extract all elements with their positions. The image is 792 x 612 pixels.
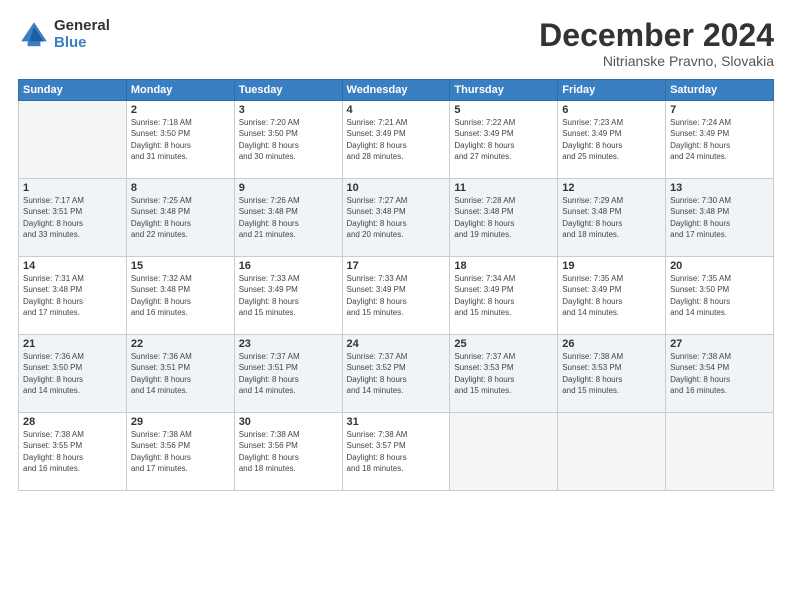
day-cell-3: 3Sunrise: 7:20 AMSunset: 3:50 PMDaylight…	[234, 101, 342, 179]
day-cell-30: 30Sunrise: 7:38 AMSunset: 3:56 PMDayligh…	[234, 413, 342, 491]
day-cell-14: 14Sunrise: 7:31 AMSunset: 3:48 PMDayligh…	[19, 257, 127, 335]
day-cell-26: 26Sunrise: 7:38 AMSunset: 3:53 PMDayligh…	[558, 335, 666, 413]
col-tuesday: Tuesday	[234, 80, 342, 101]
col-friday: Friday	[558, 80, 666, 101]
day-cell-15: 15Sunrise: 7:32 AMSunset: 3:48 PMDayligh…	[126, 257, 234, 335]
logo-general: General	[54, 18, 110, 35]
day-cell-16: 16Sunrise: 7:33 AMSunset: 3:49 PMDayligh…	[234, 257, 342, 335]
day-cell-11: 11Sunrise: 7:28 AMSunset: 3:48 PMDayligh…	[450, 179, 558, 257]
day-cell-10: 10Sunrise: 7:27 AMSunset: 3:48 PMDayligh…	[342, 179, 450, 257]
week-row-2: 1Sunrise: 7:17 AMSunset: 3:51 PMDaylight…	[19, 179, 774, 257]
day-cell-24: 24Sunrise: 7:37 AMSunset: 3:52 PMDayligh…	[342, 335, 450, 413]
day-cell-27: 27Sunrise: 7:38 AMSunset: 3:54 PMDayligh…	[666, 335, 774, 413]
day-cell-2: 2Sunrise: 7:18 AMSunset: 3:50 PMDaylight…	[126, 101, 234, 179]
logo-icon	[18, 19, 50, 51]
logo-text: General Blue	[54, 18, 110, 51]
day-cell-7: 7Sunrise: 7:24 AMSunset: 3:49 PMDaylight…	[666, 101, 774, 179]
day-cell-5: 5Sunrise: 7:22 AMSunset: 3:49 PMDaylight…	[450, 101, 558, 179]
header: General Blue December 2024 Nitrianske Pr…	[18, 18, 774, 69]
logo: General Blue	[18, 18, 110, 51]
col-saturday: Saturday	[666, 80, 774, 101]
day-cell-19: 19Sunrise: 7:35 AMSunset: 3:49 PMDayligh…	[558, 257, 666, 335]
day-cell-empty	[19, 101, 127, 179]
day-cell-18: 18Sunrise: 7:34 AMSunset: 3:49 PMDayligh…	[450, 257, 558, 335]
col-thursday: Thursday	[450, 80, 558, 101]
day-cell-22: 22Sunrise: 7:36 AMSunset: 3:51 PMDayligh…	[126, 335, 234, 413]
week-row-1: 2Sunrise: 7:18 AMSunset: 3:50 PMDaylight…	[19, 101, 774, 179]
day-cell-8: 8Sunrise: 7:25 AMSunset: 3:48 PMDaylight…	[126, 179, 234, 257]
col-wednesday: Wednesday	[342, 80, 450, 101]
col-monday: Monday	[126, 80, 234, 101]
day-cell-29: 29Sunrise: 7:38 AMSunset: 3:56 PMDayligh…	[126, 413, 234, 491]
day-cell-17: 17Sunrise: 7:33 AMSunset: 3:49 PMDayligh…	[342, 257, 450, 335]
month-title: December 2024	[539, 18, 774, 53]
day-cell-empty-4	[666, 413, 774, 491]
week-row-3: 14Sunrise: 7:31 AMSunset: 3:48 PMDayligh…	[19, 257, 774, 335]
day-cell-25: 25Sunrise: 7:37 AMSunset: 3:53 PMDayligh…	[450, 335, 558, 413]
day-cell-6: 6Sunrise: 7:23 AMSunset: 3:49 PMDaylight…	[558, 101, 666, 179]
col-sunday: Sunday	[19, 80, 127, 101]
day-cell-28: 28Sunrise: 7:38 AMSunset: 3:55 PMDayligh…	[19, 413, 127, 491]
day-cell-20: 20Sunrise: 7:35 AMSunset: 3:50 PMDayligh…	[666, 257, 774, 335]
day-cell-empty-2	[450, 413, 558, 491]
calendar-table: Sunday Monday Tuesday Wednesday Thursday…	[18, 79, 774, 491]
day-cell-12: 12Sunrise: 7:29 AMSunset: 3:48 PMDayligh…	[558, 179, 666, 257]
week-row-5: 28Sunrise: 7:38 AMSunset: 3:55 PMDayligh…	[19, 413, 774, 491]
calendar-header-row: Sunday Monday Tuesday Wednesday Thursday…	[19, 80, 774, 101]
day-cell-9: 9Sunrise: 7:26 AMSunset: 3:48 PMDaylight…	[234, 179, 342, 257]
day-cell-13: 13Sunrise: 7:30 AMSunset: 3:48 PMDayligh…	[666, 179, 774, 257]
day-cell-4: 4Sunrise: 7:21 AMSunset: 3:49 PMDaylight…	[342, 101, 450, 179]
logo-blue: Blue	[54, 35, 110, 52]
title-block: December 2024 Nitrianske Pravno, Slovaki…	[539, 18, 774, 69]
day-cell-21: 21Sunrise: 7:36 AMSunset: 3:50 PMDayligh…	[19, 335, 127, 413]
day-cell-1: 1Sunrise: 7:17 AMSunset: 3:51 PMDaylight…	[19, 179, 127, 257]
day-cell-23: 23Sunrise: 7:37 AMSunset: 3:51 PMDayligh…	[234, 335, 342, 413]
day-cell-empty-3	[558, 413, 666, 491]
day-cell-31: 31Sunrise: 7:38 AMSunset: 3:57 PMDayligh…	[342, 413, 450, 491]
page: General Blue December 2024 Nitrianske Pr…	[0, 0, 792, 612]
week-row-4: 21Sunrise: 7:36 AMSunset: 3:50 PMDayligh…	[19, 335, 774, 413]
location-title: Nitrianske Pravno, Slovakia	[539, 53, 774, 69]
